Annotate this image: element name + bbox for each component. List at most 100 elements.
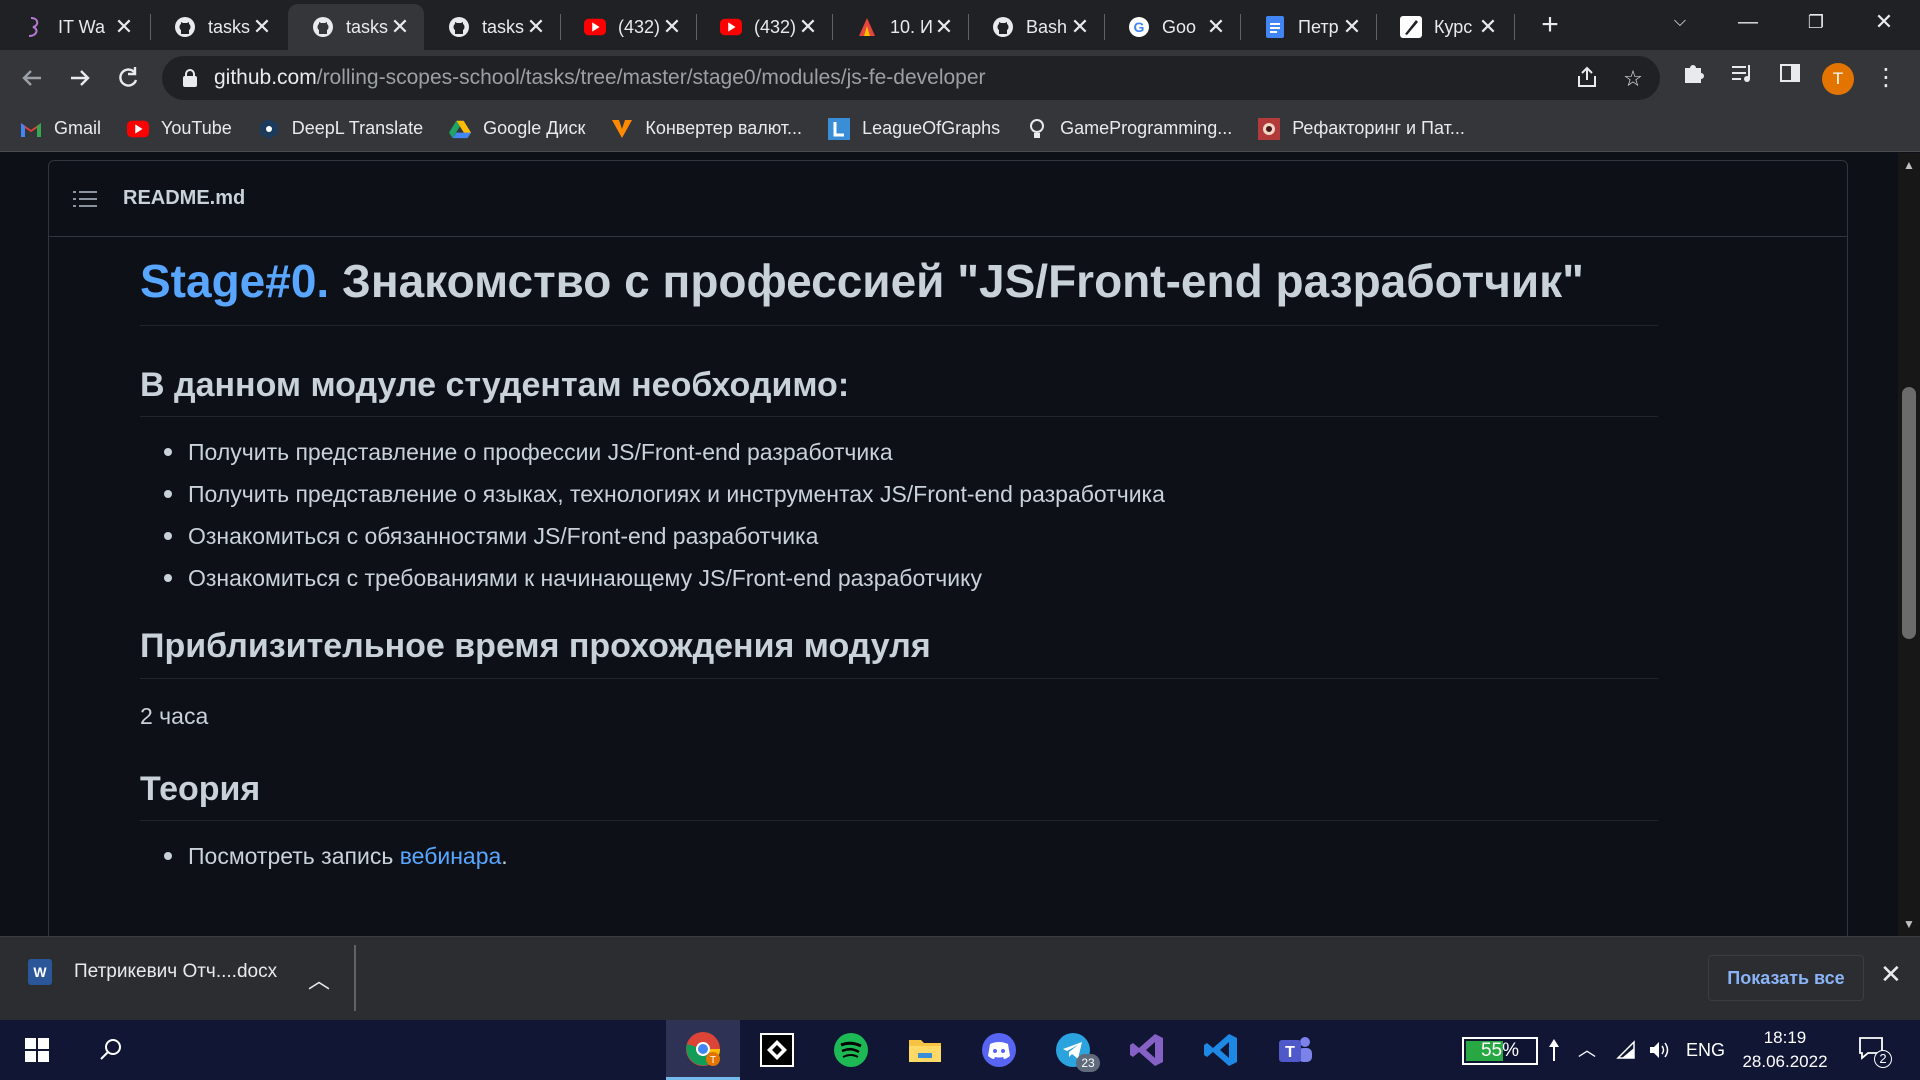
leagueofgraphs-icon	[828, 117, 851, 140]
file-explorer-icon	[909, 1040, 941, 1062]
page-title-text: Знакомство с профессией "JS/Front-end ра…	[329, 255, 1584, 307]
wifi-icon[interactable]	[1614, 1020, 1636, 1080]
page-viewport: README.md Stage#0. Знакомство с професси…	[0, 153, 1898, 936]
new-tab-button[interactable]: +	[1532, 8, 1568, 44]
webinar-link[interactable]: вебинара	[400, 843, 502, 869]
forward-button[interactable]	[62, 60, 98, 96]
theory-list: Посмотреть запись вебинара.	[140, 835, 1658, 877]
scroll-up-arrow-icon[interactable]: ▲	[1898, 155, 1920, 175]
close-icon[interactable]: ✕	[798, 14, 818, 40]
tab-google[interactable]: G Goo ✕	[1104, 4, 1240, 50]
bookmark-star-icon[interactable]: ☆	[1618, 64, 1648, 94]
tab-it-wa[interactable]: IT Wa ✕	[0, 4, 148, 50]
bookmark-currency-converter[interactable]: Конвертер валют...	[611, 118, 802, 140]
html-academy-icon	[856, 16, 878, 38]
taskbar-app-chrome[interactable]: T	[666, 1020, 740, 1080]
close-icon[interactable]: ✕	[252, 14, 272, 40]
taskbar-app-discord[interactable]	[962, 1020, 1036, 1080]
reload-button[interactable]	[110, 60, 146, 96]
search-icon	[100, 1039, 121, 1060]
close-icon[interactable]: ✕	[526, 14, 546, 40]
taskbar-app-jetbrains[interactable]	[740, 1020, 814, 1080]
search-button[interactable]	[74, 1020, 148, 1080]
share-icon[interactable]	[1572, 64, 1602, 94]
lock-icon[interactable]	[182, 69, 198, 87]
vscode-icon	[1204, 1034, 1237, 1066]
start-button[interactable]	[0, 1020, 74, 1080]
clock-time: 18:19	[1763, 1028, 1807, 1047]
close-icon[interactable]: ✕	[1880, 959, 1902, 990]
tab-course[interactable]: Курс ✕	[1376, 4, 1512, 50]
discord-icon	[982, 1033, 1016, 1067]
show-all-downloads-button[interactable]: Показать все	[1708, 955, 1864, 1001]
scrollbar-thumb[interactable]	[1902, 387, 1916, 639]
close-icon[interactable]: ✕	[662, 14, 682, 40]
list-item-text: Посмотреть запись	[188, 843, 400, 869]
bookmark-deepl[interactable]: DeepL Translate	[258, 118, 423, 140]
tab-bash[interactable]: Bash ✕	[968, 4, 1104, 50]
chevron-up-icon[interactable]: ︿	[1578, 1020, 1596, 1080]
close-icon[interactable]: ✕	[390, 14, 410, 40]
readme-filename[interactable]: README.md	[123, 187, 245, 210]
close-icon[interactable]: ✕	[1342, 14, 1362, 40]
side-panel-icon[interactable]	[1772, 60, 1808, 96]
bookmark-gameprogramming[interactable]: GameProgramming...	[1026, 118, 1232, 140]
tab-html-academy[interactable]: 10. И ✕	[832, 4, 968, 50]
tab-search-icon[interactable]: ⌵	[1652, 0, 1708, 44]
taskbar-app-visual-studio[interactable]	[1110, 1020, 1184, 1080]
bookmark-label: YouTube	[161, 118, 232, 138]
menu-kebab-icon[interactable]: ⋮	[1868, 60, 1904, 96]
rs-school-icon	[24, 16, 46, 38]
action-center-button[interactable]: 2	[1858, 1036, 1892, 1068]
taskbar-app-file-explorer[interactable]	[888, 1020, 962, 1080]
taskbar-app-spotify[interactable]	[814, 1020, 888, 1080]
tab-google-docs[interactable]: Петр ✕	[1240, 4, 1376, 50]
taskbar-app-telegram[interactable]: 23	[1036, 1020, 1110, 1080]
close-icon[interactable]: ✕	[1478, 14, 1498, 40]
stage-anchor-link[interactable]: Stage#0.	[140, 255, 329, 307]
download-item[interactable]: W Петрикевич Отч....docx	[28, 959, 277, 985]
battery-indicator[interactable]: 55%	[1462, 1037, 1538, 1065]
close-icon[interactable]: ✕	[1206, 14, 1226, 40]
extensions-icon[interactable]	[1676, 60, 1712, 96]
bookmark-google-drive[interactable]: Google Диск	[449, 118, 585, 140]
input-language[interactable]: ENG	[1686, 1020, 1725, 1080]
minimize-icon[interactable]: —	[1720, 0, 1776, 44]
close-icon[interactable]: ✕	[1070, 14, 1090, 40]
youtube-icon	[720, 16, 742, 38]
tab-tasks-1[interactable]: tasks ✕	[150, 4, 286, 50]
close-icon[interactable]: ✕	[114, 14, 134, 40]
window-close-icon[interactable]: ✕	[1856, 0, 1912, 44]
chevron-up-icon[interactable]: ︿	[308, 963, 330, 995]
profile-avatar[interactable]: T	[1822, 63, 1854, 95]
system-clock[interactable]: 18:19 28.06.2022	[1730, 1026, 1840, 1074]
power-plug-icon[interactable]	[1548, 1020, 1560, 1080]
tab-youtube-1[interactable]: (432) ✕	[560, 4, 696, 50]
tab-title: (432)	[618, 16, 661, 37]
bookmark-label: Gmail	[54, 118, 102, 138]
windows-logo-icon	[25, 1038, 49, 1062]
bookmark-refactoring[interactable]: Рефакторинг и Пат...	[1258, 117, 1465, 140]
restore-icon[interactable]: ❐	[1788, 0, 1844, 44]
tab-tasks-active[interactable]: tasks ✕	[288, 4, 424, 50]
taskbar-app-teams[interactable]: T	[1258, 1020, 1332, 1080]
refactoring-guru-icon	[1258, 117, 1281, 140]
tab-youtube-2[interactable]: (432) ✕	[696, 4, 832, 50]
bookmark-gmail[interactable]: Gmail	[20, 118, 101, 140]
back-button[interactable]	[14, 60, 50, 96]
scroll-down-arrow-icon[interactable]: ▼	[1898, 914, 1920, 934]
list-item: Ознакомиться с обязанностями JS/Front-en…	[164, 515, 1658, 557]
list-item: Получить представление о профессии JS/Fr…	[164, 431, 1658, 473]
close-icon[interactable]: ✕	[934, 14, 954, 40]
teams-icon: T	[1279, 1037, 1312, 1062]
media-control-icon[interactable]	[1724, 60, 1760, 96]
bookmark-youtube[interactable]: YouTube	[127, 118, 232, 140]
volume-icon[interactable]	[1648, 1020, 1670, 1080]
vertical-scrollbar[interactable]: ▲ ▼	[1898, 153, 1920, 936]
tab-tasks-3[interactable]: tasks ✕	[424, 4, 560, 50]
table-of-contents-icon[interactable]	[73, 189, 97, 209]
taskbar-app-vscode[interactable]	[1184, 1020, 1258, 1080]
url-path: /rolling-scopes-school/tasks/tree/master…	[316, 66, 986, 89]
bookmark-leagueofgraphs[interactable]: LeagueOfGraphs	[828, 117, 1000, 140]
address-bar[interactable]: github.com/rolling-scopes-school/tasks/t…	[162, 56, 1660, 100]
